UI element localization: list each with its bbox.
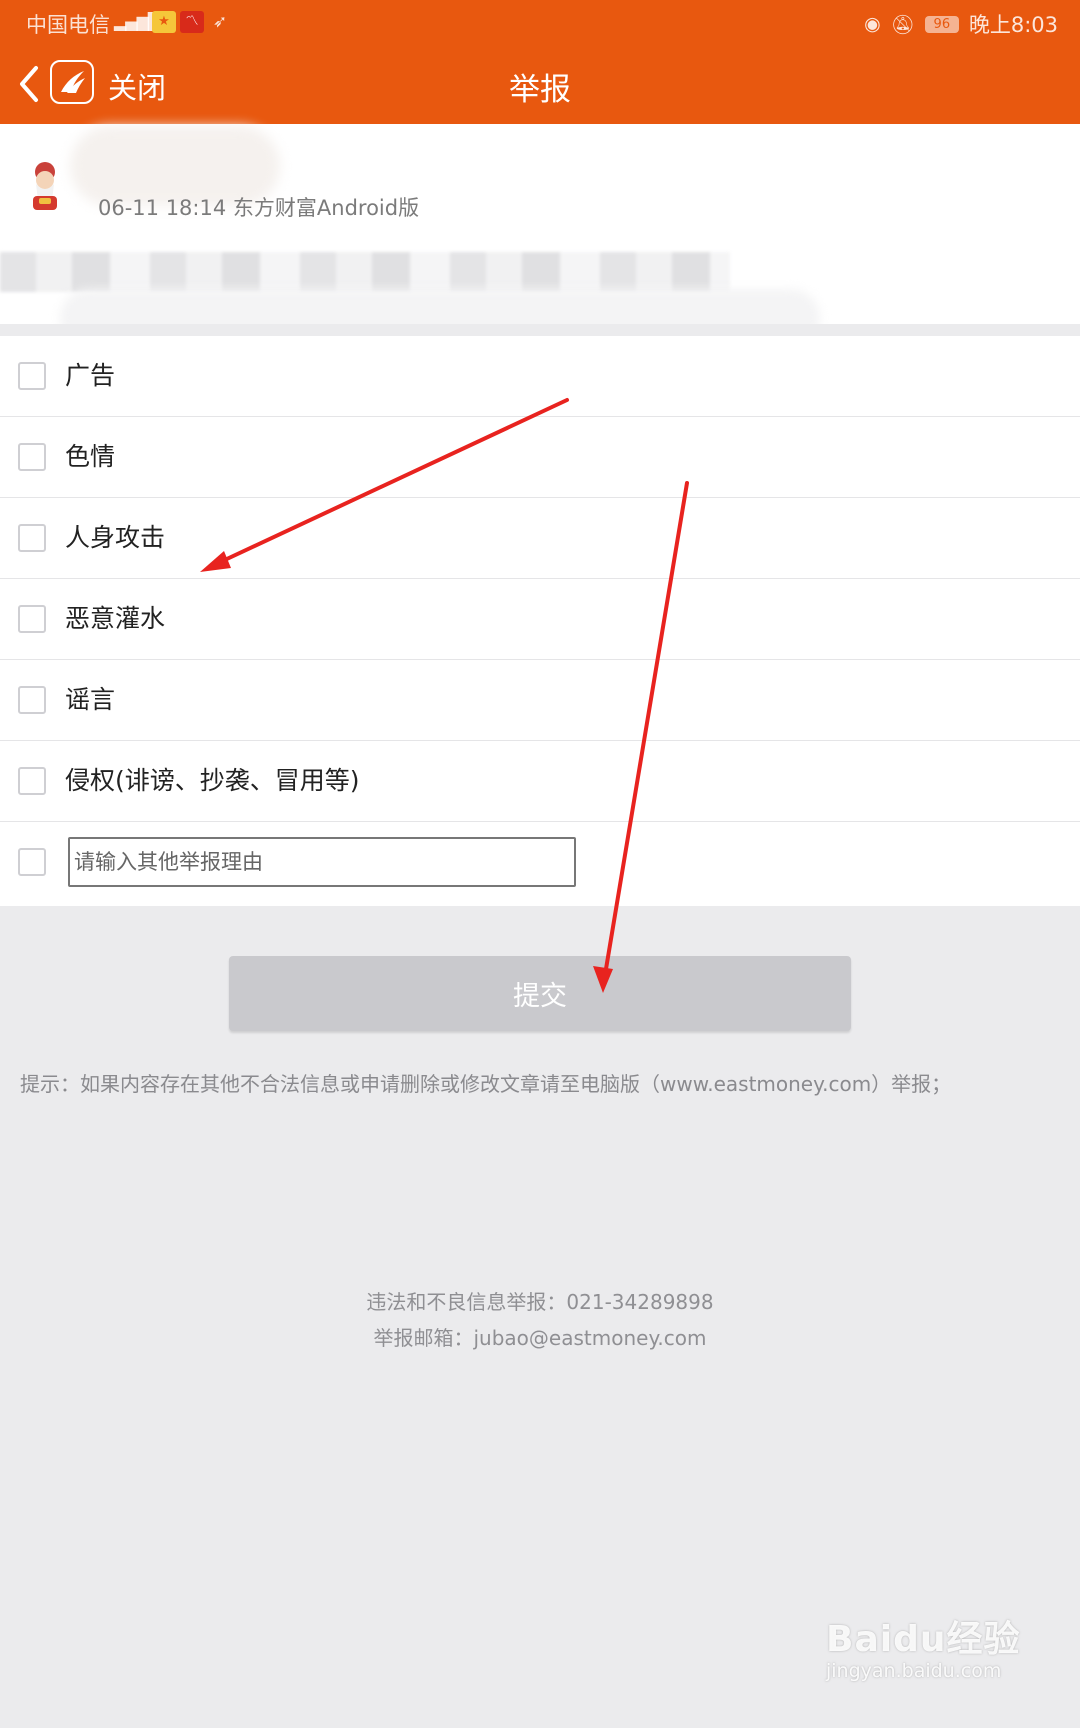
option-label: 恶意灌水 bbox=[65, 604, 166, 633]
option-label: 色情 bbox=[65, 442, 116, 471]
report-phone: 违法和不良信息举报：021-34289898 bbox=[366, 1290, 714, 1314]
avatar bbox=[24, 160, 66, 212]
tip-text: 提示：如果内容存在其他不合法信息或申请删除或修改文章请至电脑版（www.east… bbox=[20, 1072, 952, 1096]
post-content-redacted bbox=[0, 252, 730, 292]
report-email: 举报邮箱：jubao@eastmoney.com bbox=[373, 1326, 707, 1350]
checkbox[interactable] bbox=[18, 524, 46, 552]
divider bbox=[0, 324, 1080, 336]
bell-muted-icon: 🔕︎ bbox=[890, 13, 915, 36]
option-personal-attack[interactable]: 人身攻击 bbox=[0, 498, 1080, 579]
checkbox[interactable] bbox=[18, 848, 46, 876]
stock-app-icon: 〽 bbox=[180, 11, 204, 33]
post-meta: 06-11 18:14 东方财富Android版 bbox=[98, 196, 420, 220]
status-bar: 中国电信 ▂▄▆█ ★ 〽 ➶ ◉ 🔕︎ 96 晚上8:03 bbox=[0, 0, 1080, 46]
option-infringement[interactable]: 侵权(诽谤、抄袭、冒用等) bbox=[0, 741, 1080, 822]
submit-button[interactable]: 提交 bbox=[229, 956, 851, 1031]
baidu-watermark: Baidu经验 jingyan.baidu.com bbox=[826, 1610, 1020, 1682]
send-icon: ➶ bbox=[212, 12, 228, 32]
option-rumor[interactable]: 谣言 bbox=[0, 660, 1080, 741]
watermark-url: jingyan.baidu.com bbox=[826, 1660, 1002, 1682]
clock: 晚上8:03 bbox=[968, 13, 1058, 37]
other-reason-input[interactable] bbox=[68, 837, 576, 887]
checkbox[interactable] bbox=[18, 605, 46, 633]
option-porn[interactable]: 色情 bbox=[0, 417, 1080, 498]
status-right: ◉ 🔕︎ 96 晚上8:03 bbox=[864, 9, 1058, 39]
option-other[interactable] bbox=[0, 822, 1080, 906]
checkbox[interactable] bbox=[18, 686, 46, 714]
app-header: 中国电信 ▂▄▆█ ★ 〽 ➶ ◉ 🔕︎ 96 晚上8:03 关闭 举报 bbox=[0, 0, 1080, 124]
notification-icon: ★ bbox=[152, 11, 176, 33]
post-preview: 06-11 18:14 东方财富Android版 bbox=[0, 124, 1080, 347]
checkbox[interactable] bbox=[18, 443, 46, 471]
option-ad[interactable]: 广告 bbox=[0, 336, 1080, 417]
option-label: 人身攻击 bbox=[65, 523, 166, 552]
page-title: 举报 bbox=[509, 72, 571, 108]
battery-icon: 96 bbox=[924, 15, 959, 33]
carrier-label: 中国电信 bbox=[26, 13, 110, 37]
option-label: 广告 bbox=[65, 361, 116, 390]
checkbox[interactable] bbox=[18, 767, 46, 795]
report-options: 广告 色情 人身攻击 恶意灌水 谣言 侵权(诽谤、抄袭、冒用等) bbox=[0, 336, 1080, 906]
watermark-brand: Baidu经验 bbox=[826, 1619, 1021, 1660]
eye-icon: ◉ bbox=[864, 13, 881, 35]
checkbox[interactable] bbox=[18, 362, 46, 390]
option-label: 谣言 bbox=[65, 685, 116, 714]
option-label: 侵权(诽谤、抄袭、冒用等) bbox=[65, 766, 360, 795]
option-spam[interactable]: 恶意灌水 bbox=[0, 579, 1080, 660]
